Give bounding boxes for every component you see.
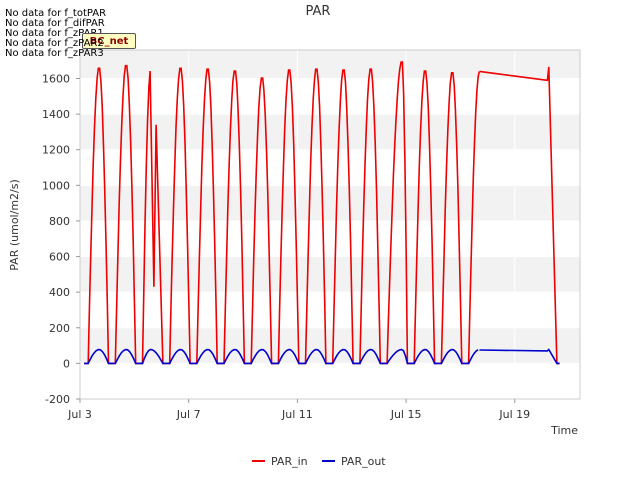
x-axis-label: Time	[550, 424, 578, 437]
legend-label-par-out: PAR_out	[341, 455, 386, 468]
plot-band	[80, 327, 580, 364]
y-tick-label: 1400	[42, 108, 70, 121]
y-tick-label: 1000	[42, 179, 70, 192]
y-tick-label: 200	[49, 322, 70, 335]
y-axis-label: PAR (umol/m2/s)	[8, 179, 21, 271]
no-data-notice-zpar3: No data for f_zPAR3	[5, 48, 104, 59]
x-ticks: Jul 3 Jul 7 Jul 11 Jul 15 Jul 19	[67, 399, 530, 421]
x-tick-label: Jul 11	[281, 408, 313, 421]
x-tick-label: Jul 3	[67, 408, 92, 421]
x-tick-label: Jul 15	[390, 408, 422, 421]
y-tick-label: 1200	[42, 144, 70, 157]
plot-band	[80, 114, 580, 150]
x-tick-label: Jul 19	[498, 408, 530, 421]
y-tick-label: 0	[63, 357, 70, 370]
y-tick-label: -200	[45, 393, 70, 406]
x-tick-label: Jul 7	[176, 408, 201, 421]
y-tick-label: 800	[49, 215, 70, 228]
chart-title: PAR	[306, 4, 331, 19]
y-tick-label: 400	[49, 286, 70, 299]
y-tick-label: 600	[49, 251, 70, 264]
y-tick-label: 1600	[42, 72, 70, 85]
par-chart: -20002004006008001000120014001600 Jul 3J…	[8, 4, 581, 468]
legend-label-par-in: PAR_in	[271, 455, 308, 468]
legend: PAR_in PAR_out	[252, 455, 386, 468]
y-ticks: -200 0 200 400 600 800 1000 1200 1400 1600	[42, 72, 80, 406]
